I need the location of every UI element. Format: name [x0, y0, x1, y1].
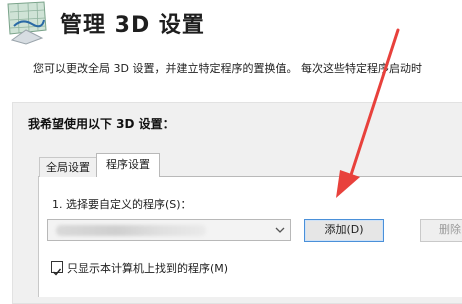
panel-heading: 我希望使用以下 3D 设置： — [28, 117, 175, 131]
page-description: 您可以更改全局 3D 设置，并建立特定程序的置换值。 每次这些特定程序启动时 — [33, 62, 422, 75]
tab-program-settings[interactable]: 程序设置 — [96, 153, 160, 177]
select-program-label: 1. 选择要自定义的程序(S)： — [52, 198, 192, 211]
show-local-programs-checkbox[interactable] — [51, 261, 63, 276]
tab-global-settings[interactable]: 全局设置 — [39, 157, 97, 177]
page-header: 管理 3D 设置 — [0, 0, 462, 48]
page-title: 管理 3D 设置 — [60, 13, 205, 38]
blurred-program-name — [56, 225, 206, 236]
chevron-down-icon — [275, 227, 285, 233]
delete-button[interactable]: 删除 — [420, 219, 462, 242]
checkmark-icon — [53, 268, 62, 276]
3d-settings-logo-icon — [7, 1, 47, 45]
program-dropdown[interactable] — [47, 219, 291, 241]
add-button[interactable]: 添加(D) — [304, 219, 384, 242]
show-local-programs-label: 只显示本计算机上找到的程序(M) — [67, 262, 229, 275]
